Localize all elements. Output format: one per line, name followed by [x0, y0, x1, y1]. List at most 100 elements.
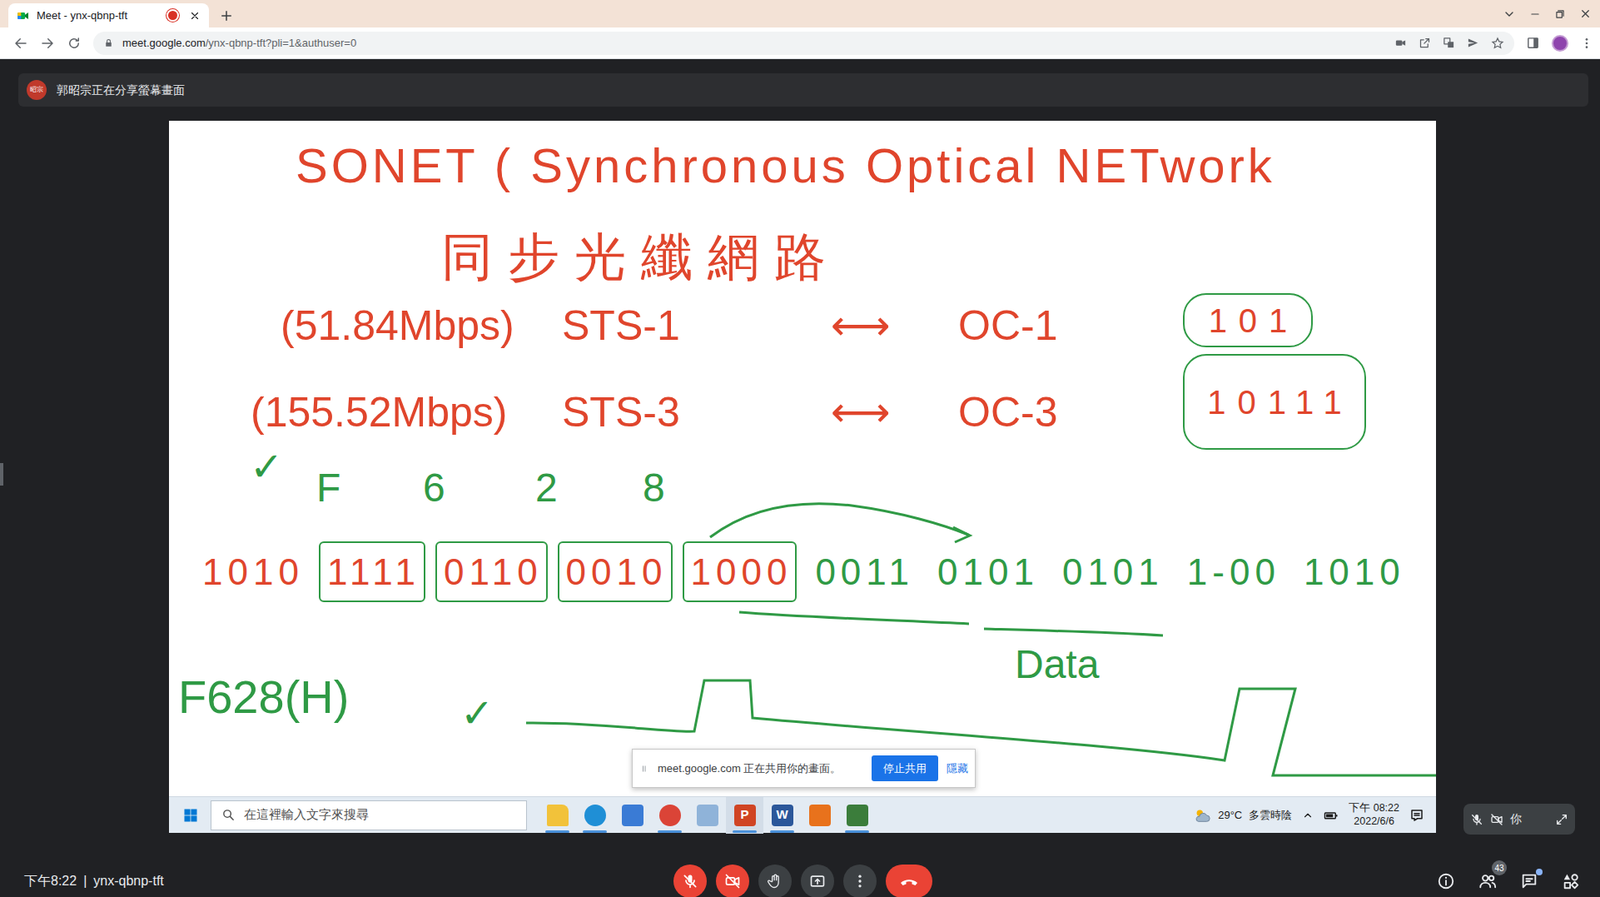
shared-screen: SONET ( Synchronous Optical NETwork同步光纖網…	[168, 120, 1437, 833]
bit-group-bits: 1010	[202, 551, 304, 592]
battery-icon[interactable]	[1323, 807, 1339, 823]
weather-desc[interactable]: 多雲時陰	[1248, 806, 1292, 824]
open-external-icon[interactable]	[1418, 36, 1432, 50]
bit-group-bits: 1-00	[1187, 551, 1281, 592]
sts-label: STS-3	[561, 388, 681, 438]
share-banner-text: 郭昭宗正在分享螢幕畫面	[56, 81, 185, 100]
phone-hangup-icon	[899, 870, 920, 891]
new-tab-icon[interactable]	[218, 8, 234, 24]
bit-group-bits: 0011	[814, 551, 915, 592]
running-indicator	[770, 829, 795, 833]
taskbar-search[interactable]: 在這裡輸入文字來搜尋	[210, 800, 527, 830]
taskbar-app[interactable]	[838, 796, 876, 834]
url-host[interactable]: meet.google.com	[122, 36, 206, 50]
activities-button[interactable]	[1560, 869, 1582, 892]
url-path[interactable]: /ynx-qbnp-tft?pli=1&authuser=0	[205, 36, 357, 50]
address-bar: meet.google.com/ynx-qbnp-tft?pli=1&authu…	[0, 27, 1600, 60]
camera-off-icon	[724, 872, 741, 890]
separator: |	[83, 870, 87, 891]
minimize-icon[interactable]	[1529, 8, 1541, 20]
windows-start-icon[interactable]	[182, 806, 199, 824]
chat-icon	[1520, 871, 1539, 890]
meeting-code: ynx-qbnp-tft	[93, 870, 164, 891]
expand-icon[interactable]	[1555, 812, 1569, 826]
microphone-button[interactable]	[673, 864, 707, 897]
url-field[interactable]: meet.google.com/ynx-qbnp-tft?pli=1&authu…	[93, 31, 1515, 55]
taskbar: 在這裡輸入文字來搜尋 PW 29°C 多雲時陰 下午 08:222022/6/6	[168, 795, 1437, 833]
share-notice: meet.google.com 正在共用你的畫面。停止共用隱藏	[631, 748, 976, 788]
bit-sample: 10111	[1207, 377, 1353, 428]
camera-button[interactable]	[715, 864, 750, 897]
taskbar-app[interactable]: W	[763, 796, 801, 834]
meeting-details-button[interactable]	[1435, 869, 1457, 892]
profile-avatar[interactable]	[1551, 34, 1569, 52]
present-button[interactable]	[800, 864, 835, 897]
bit-group-bits: 0110	[443, 551, 543, 592]
running-indicator	[732, 829, 757, 833]
store-icon	[621, 804, 644, 826]
bit-stream: 101011110110001010000011010101011-001010	[193, 541, 1411, 602]
meeting-time: 下午8:22	[24, 870, 77, 891]
browser-tab[interactable]: Meet - ynx-qbnp-tft	[8, 3, 209, 28]
more-options-button[interactable]	[843, 864, 877, 897]
taskbar-app[interactable]: P	[725, 796, 764, 834]
forward-icon[interactable]	[39, 35, 55, 51]
side-panel-icon[interactable]	[1525, 35, 1541, 50]
taskbar-app[interactable]	[538, 796, 577, 834]
check-mark: ✓	[249, 443, 284, 490]
chrome-icon	[659, 804, 681, 826]
hex-digit: F	[316, 464, 341, 511]
hide-link[interactable]: 隱藏	[946, 760, 969, 777]
tab-search-chevron-icon[interactable]	[1502, 7, 1516, 21]
bit-group-bits: 1010	[1303, 551, 1406, 592]
matlab-icon	[809, 804, 831, 826]
tab-title[interactable]: Meet - ynx-qbnp-tft	[36, 7, 162, 25]
taskbar-app[interactable]	[688, 796, 726, 834]
drag-handle-icon[interactable]	[639, 760, 650, 777]
camera-off-icon[interactable]	[1490, 812, 1504, 826]
chat-button[interactable]	[1518, 869, 1541, 892]
notification-icon[interactable]	[1409, 807, 1425, 823]
clock-time[interactable]: 下午 08:22	[1348, 801, 1400, 815]
camera-icon[interactable]	[1394, 36, 1407, 50]
restore-icon[interactable]	[1554, 8, 1566, 20]
whiteboard-strokes	[168, 120, 1437, 796]
translate-icon[interactable]	[1442, 36, 1456, 50]
leave-call-button[interactable]	[885, 864, 933, 897]
bookmark-star-icon[interactable]	[1490, 36, 1505, 50]
taskbar-app[interactable]	[800, 796, 839, 834]
weather-cloudy-icon	[1192, 805, 1212, 825]
hidden-icons-caret-icon[interactable]	[1301, 809, 1314, 821]
close-tab-icon[interactable]	[188, 9, 201, 22]
people-button[interactable]: 43	[1476, 869, 1499, 892]
paint-icon	[696, 804, 719, 826]
send-icon[interactable]	[1466, 36, 1480, 50]
oc-label: OC-3	[958, 388, 1058, 438]
taskbar-clock[interactable]: 下午 08:222022/6/6	[1348, 801, 1400, 828]
bit-group-bits: 0101	[1062, 551, 1164, 592]
close-window-icon[interactable]	[1579, 7, 1592, 20]
bit-group: 1010	[193, 541, 309, 602]
weather-temp[interactable]: 29°C	[1217, 806, 1243, 824]
raise-hand-button[interactable]	[758, 864, 792, 897]
clock-date[interactable]: 2022/6/6	[1348, 814, 1400, 829]
side-handle[interactable]	[0, 462, 4, 486]
reload-icon[interactable]	[66, 35, 82, 51]
mic-off-icon[interactable]	[1470, 812, 1484, 826]
back-icon[interactable]	[13, 35, 29, 51]
game-icon	[846, 804, 869, 826]
taskbar-app[interactable]	[576, 796, 614, 834]
browser-menu-icon[interactable]	[1580, 36, 1594, 50]
hex-digit: 8	[642, 464, 666, 511]
app-letter: W	[775, 804, 788, 825]
weather-widget[interactable]: 29°C 多雲時陰	[1192, 805, 1292, 825]
share-notice-text: meet.google.com 正在共用你的畫面。	[657, 760, 864, 777]
sts-label: STS-1	[561, 302, 681, 351]
self-view-tile[interactable]: 你	[1463, 803, 1576, 835]
search-icon	[221, 807, 236, 822]
equivalence-arrow: ⟷	[830, 302, 891, 351]
taskbar-app[interactable]	[613, 796, 651, 834]
search-placeholder[interactable]: 在這裡輸入文字來搜尋	[243, 804, 369, 825]
taskbar-app[interactable]	[650, 796, 689, 834]
stop-sharing-button[interactable]: 停止共用	[871, 755, 939, 782]
